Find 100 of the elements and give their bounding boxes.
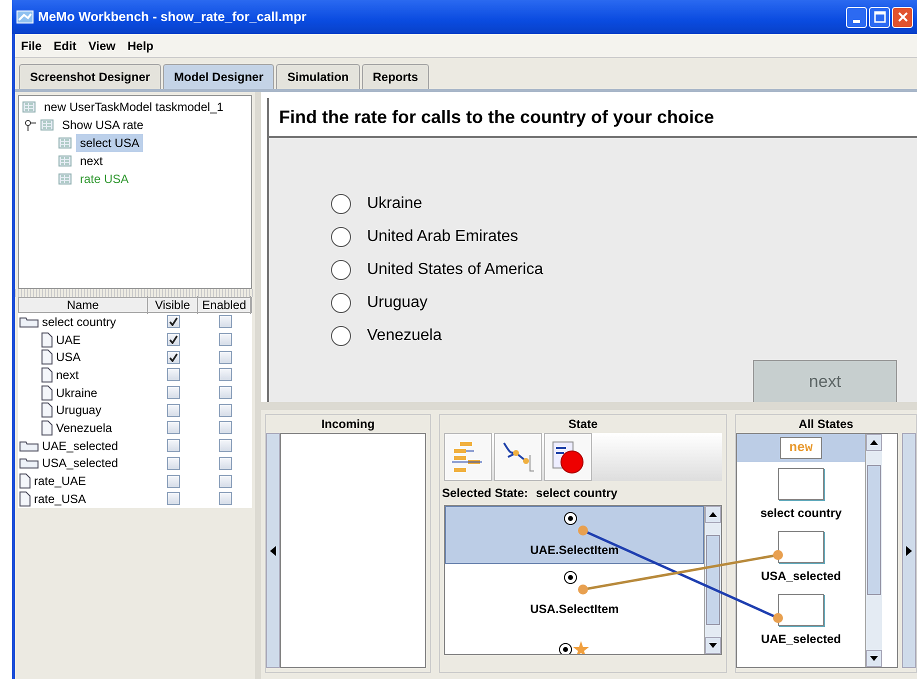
- enabled-checkbox[interactable]: [219, 404, 232, 417]
- table-cell-text: Ukraine: [56, 384, 98, 402]
- option-label: United Arab Emirates: [367, 227, 518, 247]
- visible-checkbox[interactable]: [166, 386, 180, 400]
- close-button[interactable]: [892, 6, 913, 28]
- star-icon: [572, 640, 590, 654]
- scrollbar[interactable]: [865, 434, 882, 667]
- option-label: United States of America: [367, 260, 544, 280]
- visible-checkbox[interactable]: [166, 456, 180, 470]
- minimize-icon: [853, 20, 860, 22]
- state-item[interactable]: select country: [737, 462, 865, 525]
- visible-checkbox[interactable]: [166, 421, 180, 434]
- table-cell-text: UAE_selected: [42, 438, 118, 455]
- table-cell-text: USA_selected: [42, 455, 118, 472]
- record-icon: [550, 439, 586, 475]
- panel-heading: State: [567, 416, 599, 433]
- column-header[interactable]: Visible: [148, 296, 198, 314]
- menu-item[interactable]: Edit: [54, 36, 76, 54]
- scroll-up-button[interactable]: [866, 434, 882, 451]
- tree-item[interactable]: select USA: [76, 134, 144, 152]
- menu-item[interactable]: View: [88, 36, 116, 54]
- tree-item[interactable]: new UserTaskModel taskmodel_1: [40, 98, 228, 116]
- visible-checkbox[interactable]: [166, 315, 180, 328]
- up-arrow-icon: [870, 440, 878, 445]
- transition-item[interactable]: USA.SelectItem: [445, 564, 704, 622]
- menu-item[interactable]: Help: [127, 36, 154, 54]
- enabled-checkbox[interactable]: [219, 350, 232, 364]
- table-cell-text: rate_USA: [34, 490, 86, 508]
- left-arrow-icon: [270, 546, 276, 556]
- radio-button[interactable]: [331, 227, 351, 247]
- state-label: UAE_selected: [760, 631, 842, 648]
- task-node-icon: [40, 119, 54, 131]
- tab[interactable]: Model Designer: [163, 64, 274, 89]
- task-node-icon: [58, 155, 72, 167]
- radio-button[interactable]: [331, 326, 351, 346]
- visible-checkbox[interactable]: [166, 404, 180, 417]
- visible-checkbox[interactable]: [166, 368, 180, 382]
- table-cell-text: Venezuela: [56, 420, 112, 437]
- enabled-checkbox[interactable]: [218, 492, 232, 506]
- visible-checkbox[interactable]: [166, 333, 180, 346]
- close-icon: [898, 12, 908, 22]
- splitter[interactable]: [15, 289, 255, 297]
- table-cell-text: rate_UAE: [34, 473, 86, 490]
- radio-marker-icon: [564, 571, 577, 584]
- enabled-checkbox[interactable]: [219, 333, 232, 346]
- state-item[interactable]: UAE_selected: [737, 588, 865, 651]
- enabled-checkbox[interactable]: [219, 386, 232, 400]
- visible-checkbox[interactable]: [166, 439, 180, 452]
- enabled-checkbox[interactable]: [218, 439, 232, 452]
- right-arrow-icon: [906, 546, 912, 556]
- scrollbar[interactable]: [704, 506, 721, 654]
- tab[interactable]: Simulation: [276, 64, 360, 89]
- transition-item[interactable]: UAE.SelectItem: [445, 506, 704, 564]
- tree-item[interactable]: Show USA rate: [58, 116, 148, 134]
- minimize-button[interactable]: [846, 6, 867, 28]
- table-cell-text: next: [56, 366, 79, 384]
- column-header[interactable]: Name: [19, 296, 148, 314]
- enabled-checkbox[interactable]: [218, 474, 232, 488]
- state-label: USA_selected: [760, 568, 842, 585]
- selected-state-value: select country: [536, 486, 618, 500]
- down-arrow-icon: [709, 643, 717, 648]
- tool-button[interactable]: [544, 433, 592, 481]
- maximize-icon: [874, 11, 886, 23]
- scroll-left-button[interactable]: [266, 433, 280, 668]
- scroll-right-button[interactable]: [902, 433, 916, 668]
- table-cell-text: USA: [56, 349, 81, 366]
- visible-checkbox[interactable]: [166, 350, 180, 364]
- new-state-box: new: [780, 437, 822, 459]
- visible-checkbox[interactable]: [166, 474, 180, 488]
- panel-heading: Incoming: [320, 416, 376, 433]
- scroll-up-button[interactable]: [705, 506, 721, 523]
- scroll-down-button[interactable]: [705, 637, 721, 654]
- down-arrow-icon: [870, 656, 878, 661]
- tree-item[interactable]: next: [76, 152, 107, 170]
- tab[interactable]: Screenshot Designer: [19, 64, 162, 89]
- state-box: [778, 594, 824, 626]
- enabled-checkbox[interactable]: [219, 421, 232, 434]
- column-header[interactable]: Enabled: [198, 296, 251, 314]
- maximize-button[interactable]: [869, 6, 890, 28]
- enabled-checkbox[interactable]: [218, 456, 232, 470]
- tab[interactable]: Reports: [362, 64, 430, 89]
- visible-checkbox[interactable]: [166, 492, 180, 506]
- radio-marker-icon: [564, 512, 577, 525]
- window-title: MeMo Workbench - show_rate_for_call.mpr: [38, 8, 306, 26]
- enabled-checkbox[interactable]: [218, 315, 232, 328]
- radio-button[interactable]: [331, 260, 351, 280]
- radio-button[interactable]: [331, 194, 351, 214]
- scroll-down-button[interactable]: [866, 650, 882, 667]
- tool-button[interactable]: [494, 433, 542, 481]
- task-node-icon: [22, 101, 36, 113]
- menu-item[interactable]: File: [21, 36, 42, 54]
- selected-state-label: Selected State:: [442, 486, 528, 500]
- transition-label: USA.SelectItem: [530, 601, 619, 618]
- state-item[interactable]: USA_selected: [737, 525, 865, 588]
- state-label: select country: [760, 505, 842, 522]
- radio-button[interactable]: [331, 293, 351, 313]
- up-arrow-icon: [709, 512, 717, 517]
- option-label: Venezuela: [367, 326, 442, 346]
- tree-item[interactable]: rate USA: [76, 170, 133, 188]
- enabled-checkbox[interactable]: [219, 368, 232, 382]
